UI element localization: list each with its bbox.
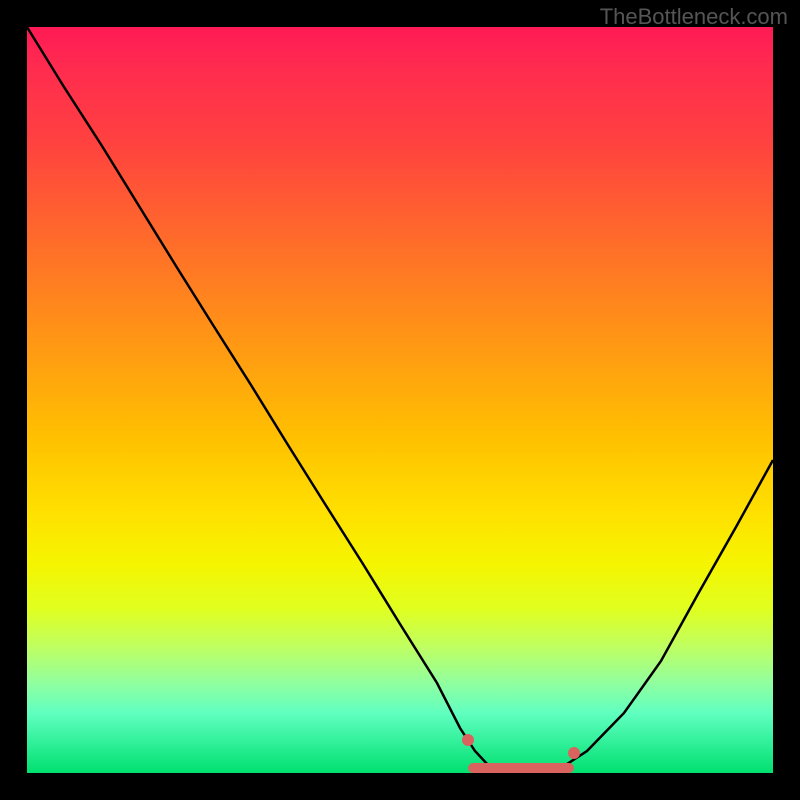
watermark-text: TheBottleneck.com <box>600 4 788 30</box>
optimal-range-marker <box>462 734 580 773</box>
chart-plot-area <box>27 27 773 773</box>
chart-svg <box>27 27 773 773</box>
bottleneck-curve <box>27 27 773 773</box>
